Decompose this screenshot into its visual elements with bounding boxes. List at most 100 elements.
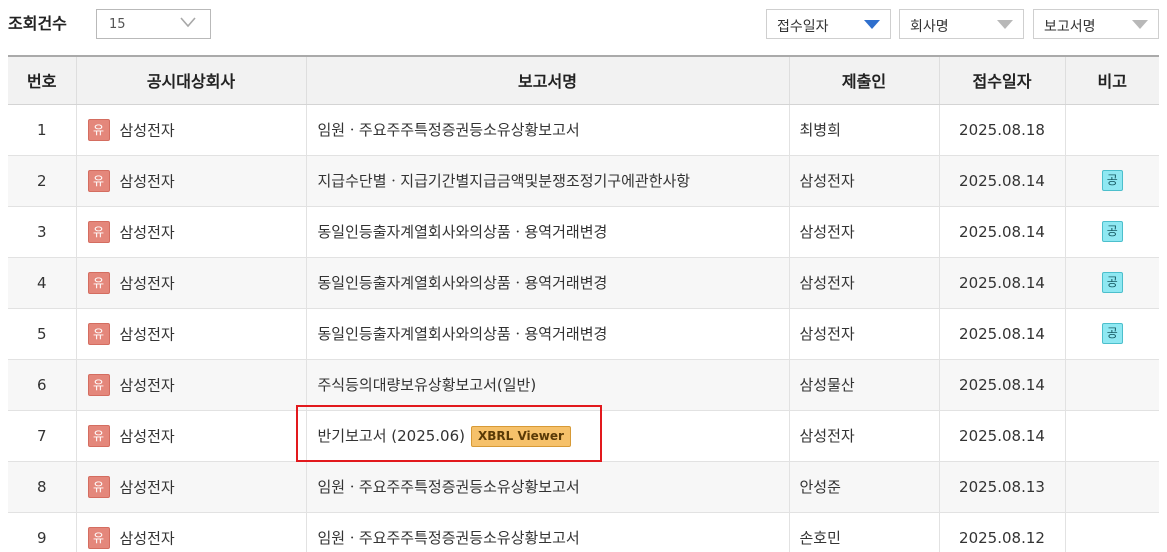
chevron-down-icon <box>180 17 196 28</box>
column-header-date[interactable]: 접수일자 <box>938 55 1065 105</box>
company-link[interactable]: 삼성전자 <box>120 274 175 292</box>
fair-trade-badge-icon[interactable]: 공 <box>1101 272 1123 293</box>
market-badge-icon: 유 <box>87 322 110 345</box>
company-link[interactable]: 삼성전자 <box>120 121 175 139</box>
table-row: 8 유 삼성전자 임원ㆍ주요주주특정증권등소유상황보고서 안성준 2025.08.… <box>8 461 1159 513</box>
table-row: 1 유 삼성전자 임원ㆍ주요주주특정증권등소유상황보고서 최병희 2025.08.… <box>8 104 1159 156</box>
sort-by-company-name[interactable]: 회사명 <box>899 9 1024 39</box>
market-badge-icon: 유 <box>87 475 110 498</box>
report-link[interactable]: 동일인등출자계열회사와의상품ㆍ용역거래변경 <box>318 325 608 343</box>
market-badge-icon: 유 <box>87 118 110 141</box>
row-number: 2 <box>8 155 76 207</box>
sort-inactive-icon <box>997 20 1013 29</box>
company-link[interactable]: 삼성전자 <box>120 376 175 394</box>
company-link[interactable]: 삼성전자 <box>120 325 175 343</box>
note-cell <box>1064 410 1159 462</box>
table-row: 6 유 삼성전자 주식등의대량보유상황보고서(일반) 삼성물산 2025.08.1… <box>8 359 1159 411</box>
company-cell: 유 삼성전자 <box>75 359 306 411</box>
fair-trade-badge-icon[interactable]: 공 <box>1101 323 1123 344</box>
market-badge-icon: 유 <box>87 220 110 243</box>
filer-cell: 최병희 <box>788 104 939 156</box>
sort-label: 접수일자 <box>777 19 829 35</box>
row-number: 5 <box>8 308 76 360</box>
report-link[interactable]: 주식등의대량보유상황보고서(일반) <box>318 376 537 394</box>
note-cell <box>1064 104 1159 156</box>
note-cell: 공 <box>1064 155 1159 207</box>
xbrl-viewer-button[interactable]: XBRL Viewer <box>471 425 571 447</box>
company-cell: 유 삼성전자 <box>75 308 306 360</box>
column-header-report[interactable]: 보고서명 <box>305 55 789 105</box>
report-cell: 동일인등출자계열회사와의상품ㆍ용역거래변경 <box>305 308 789 360</box>
company-link[interactable]: 삼성전자 <box>120 427 175 445</box>
row-number: 4 <box>8 257 76 309</box>
column-header-company[interactable]: 공시대상회사 <box>75 55 306 105</box>
company-cell: 유 삼성전자 <box>75 257 306 309</box>
page-size-value: 15 <box>109 17 126 32</box>
company-cell: 유 삼성전자 <box>75 410 306 462</box>
report-link[interactable]: 임원ㆍ주요주주특정증권등소유상황보고서 <box>318 121 580 139</box>
company-cell: 유 삼성전자 <box>75 461 306 513</box>
company-cell: 유 삼성전자 <box>75 104 306 156</box>
receipt-date: 2025.08.18 <box>938 104 1065 156</box>
receipt-date: 2025.08.14 <box>938 359 1065 411</box>
result-count-label: 조회건수 <box>8 14 67 33</box>
table-row: 5 유 삼성전자 동일인등출자계열회사와의상품ㆍ용역거래변경 삼성전자 2025.… <box>8 308 1159 360</box>
market-badge-icon: 유 <box>87 526 110 549</box>
receipt-date: 2025.08.14 <box>938 410 1065 462</box>
note-cell: 공 <box>1064 257 1159 309</box>
filer-cell: 손호민 <box>788 512 939 552</box>
disclosure-table: 번호 공시대상회사 보고서명 제출인 접수일자 비고 1 유 삼성전자 임원ㆍ주요… <box>8 55 1159 552</box>
table-row: 4 유 삼성전자 동일인등출자계열회사와의상품ㆍ용역거래변경 삼성전자 2025.… <box>8 257 1159 309</box>
filer-cell: 삼성전자 <box>788 206 939 258</box>
sort-by-report-name[interactable]: 보고서명 <box>1033 9 1159 39</box>
report-link[interactable]: 반기보고서 (2025.06) <box>318 427 466 445</box>
fair-trade-badge-icon[interactable]: 공 <box>1101 170 1123 191</box>
receipt-date: 2025.08.14 <box>938 155 1065 207</box>
report-link[interactable]: 임원ㆍ주요주주특정증권등소유상황보고서 <box>318 478 580 496</box>
report-link[interactable]: 임원ㆍ주요주주특정증권등소유상황보고서 <box>318 529 580 547</box>
report-link[interactable]: 지급수단별ㆍ지급기간별지급금액및분쟁조정기구에관한사항 <box>318 172 691 190</box>
report-cell: 동일인등출자계열회사와의상품ㆍ용역거래변경 <box>305 206 789 258</box>
fair-trade-badge-icon[interactable]: 공 <box>1101 221 1123 242</box>
toolbar: 조회건수 15 접수일자 회사명 보고서명 <box>0 0 1167 48</box>
receipt-date: 2025.08.12 <box>938 512 1065 552</box>
table-row: 9 유 삼성전자 임원ㆍ주요주주특정증권등소유상황보고서 손호민 2025.08.… <box>8 512 1159 552</box>
row-number: 1 <box>8 104 76 156</box>
receipt-date: 2025.08.14 <box>938 308 1065 360</box>
row-number: 6 <box>8 359 76 411</box>
report-cell: 반기보고서 (2025.06) XBRL Viewer <box>305 410 789 462</box>
report-link[interactable]: 동일인등출자계열회사와의상품ㆍ용역거래변경 <box>318 223 608 241</box>
report-cell: 동일인등출자계열회사와의상품ㆍ용역거래변경 <box>305 257 789 309</box>
company-link[interactable]: 삼성전자 <box>120 478 175 496</box>
receipt-date: 2025.08.14 <box>938 206 1065 258</box>
company-link[interactable]: 삼성전자 <box>120 172 175 190</box>
report-cell: 주식등의대량보유상황보고서(일반) <box>305 359 789 411</box>
company-cell: 유 삼성전자 <box>75 206 306 258</box>
note-cell: 공 <box>1064 206 1159 258</box>
page-size-select[interactable]: 15 <box>96 9 211 39</box>
row-number: 3 <box>8 206 76 258</box>
company-cell: 유 삼성전자 <box>75 512 306 552</box>
report-link[interactable]: 동일인등출자계열회사와의상품ㆍ용역거래변경 <box>318 274 608 292</box>
receipt-date: 2025.08.14 <box>938 257 1065 309</box>
column-header-filer[interactable]: 제출인 <box>788 55 939 105</box>
row-number: 8 <box>8 461 76 513</box>
filer-cell: 안성준 <box>788 461 939 513</box>
market-badge-icon: 유 <box>87 271 110 294</box>
sort-label: 회사명 <box>910 19 949 35</box>
market-badge-icon: 유 <box>87 424 110 447</box>
sort-active-icon <box>864 20 880 29</box>
market-badge-icon: 유 <box>87 169 110 192</box>
table-row: 2 유 삼성전자 지급수단별ㆍ지급기간별지급금액및분쟁조정기구에관한사항 삼성전자… <box>8 155 1159 207</box>
note-cell <box>1064 461 1159 513</box>
sort-by-receipt-date[interactable]: 접수일자 <box>766 9 891 39</box>
report-cell: 임원ㆍ주요주주특정증권등소유상황보고서 <box>305 512 789 552</box>
receipt-date: 2025.08.13 <box>938 461 1065 513</box>
company-link[interactable]: 삼성전자 <box>120 223 175 241</box>
company-link[interactable]: 삼성전자 <box>120 529 175 547</box>
table-row: 7 유 삼성전자 반기보고서 (2025.06) XBRL Viewer 삼성전자 … <box>8 410 1159 462</box>
column-header-number[interactable]: 번호 <box>8 55 76 105</box>
column-header-note: 비고 <box>1064 55 1159 105</box>
filer-cell: 삼성전자 <box>788 257 939 309</box>
filer-cell: 삼성물산 <box>788 359 939 411</box>
